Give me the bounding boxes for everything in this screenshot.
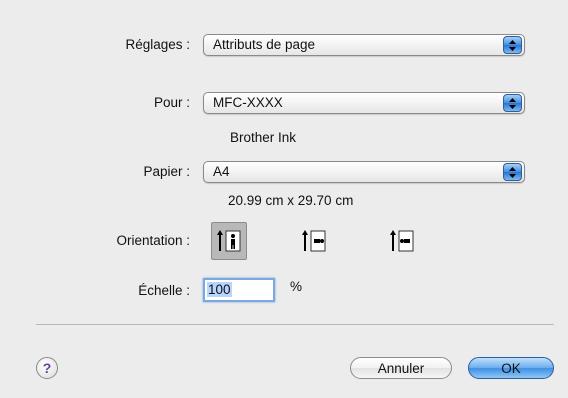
printer-description: Brother Ink	[230, 130, 297, 145]
orientation-label: Orientation :	[116, 233, 190, 248]
format-for-popup-value: MFC-XXXX	[213, 95, 283, 110]
settings-popup-value: Attributs de page	[213, 37, 316, 52]
help-button[interactable]: ?	[36, 357, 58, 379]
paper-size-popup-value: A4	[213, 164, 230, 179]
scale-input[interactable]: 100	[203, 278, 275, 302]
help-icon: ?	[42, 360, 52, 376]
ok-button[interactable]: OK	[468, 357, 554, 379]
reverse-landscape-icon	[389, 227, 415, 256]
settings-popup[interactable]: Attributs de page	[203, 34, 525, 56]
scale-label: Échelle :	[138, 283, 190, 298]
updown-arrows-icon	[503, 36, 522, 54]
updown-arrows-icon	[503, 163, 522, 181]
scale-unit: %	[290, 279, 303, 294]
page-setup-dialog: Réglages : Attributs de page Pour : MFC-…	[0, 0, 568, 398]
separator	[36, 324, 554, 325]
paper-dimensions: 20.99 cm x 29.70 cm	[228, 193, 354, 208]
updown-arrows-icon	[503, 94, 522, 112]
paper-label: Papier :	[143, 164, 190, 179]
ok-button-label: OK	[501, 360, 521, 376]
paper-size-popup[interactable]: A4	[203, 161, 525, 183]
orientation-reverse-landscape-button[interactable]	[384, 222, 420, 260]
cancel-button-label: Annuler	[377, 360, 425, 376]
portrait-icon	[216, 227, 242, 256]
orientation-landscape-button[interactable]	[296, 222, 332, 260]
scale-input-value: 100	[207, 282, 232, 297]
landscape-icon	[301, 227, 327, 256]
cancel-button[interactable]: Annuler	[350, 357, 452, 379]
settings-label: Réglages :	[125, 37, 190, 52]
format-for-label: Pour :	[153, 95, 190, 110]
orientation-portrait-button[interactable]	[211, 222, 247, 260]
format-for-popup[interactable]: MFC-XXXX	[203, 92, 525, 114]
